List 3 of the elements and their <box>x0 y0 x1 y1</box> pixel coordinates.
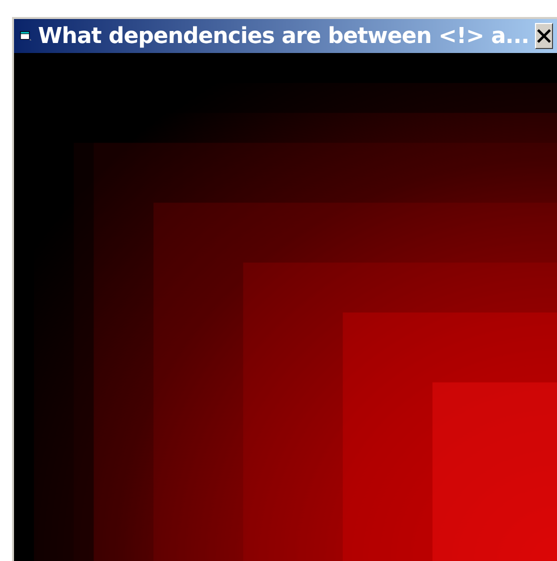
close-button[interactable] <box>535 23 553 49</box>
window-title: What dependencies are between <!> a... <box>38 24 529 48</box>
close-icon <box>536 29 552 43</box>
